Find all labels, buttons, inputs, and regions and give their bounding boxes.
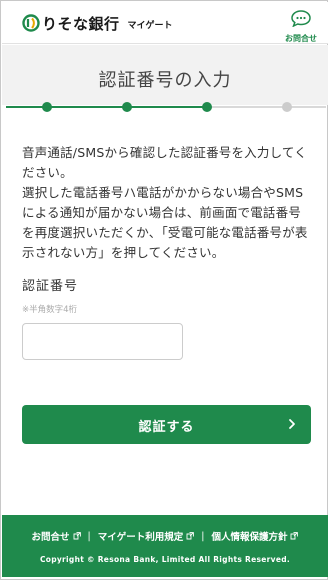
brand-logo[interactable]: りそな銀行 マイゲート: [22, 12, 173, 34]
footer-link-terms-label: マイゲート利用規定: [97, 532, 184, 543]
footer: お問合せ | マイゲート利用規定 | 個人情報保護方針 Copyright © …: [2, 515, 328, 577]
page-frame: りそな銀行 マイゲート お問合せ 認証番号の入力 音声通話/SMSから確認した認…: [0, 0, 328, 580]
instruction-line-1: 音声通話/SMSから確認した認証番号を入力してください。: [22, 145, 307, 180]
verification-code-input[interactable]: [22, 323, 183, 360]
footer-links: お問合せ | マイゲート利用規定 | 個人情報保護方針: [2, 529, 328, 543]
stepper-line-complete: [6, 106, 208, 108]
step-dot-3: [202, 102, 212, 112]
verify-button[interactable]: 認証する: [22, 405, 311, 444]
code-field-label: 認証番号: [22, 279, 79, 294]
external-link-icon: [291, 532, 299, 540]
footer-link-contact[interactable]: お問合せ: [32, 529, 81, 543]
step-dot-2: [122, 102, 132, 112]
service-name: マイゲート: [127, 20, 173, 31]
instruction-line-2: 選択した電話番号ハ電話がかからない場合やSMSによる通知が届かない場合は、前画面…: [22, 185, 308, 260]
external-link-icon: [186, 532, 195, 540]
chevron-right-icon: [287, 417, 297, 431]
chat-bubble-icon: [291, 10, 311, 31]
footer-separator: |: [201, 530, 205, 542]
footer-link-privacy-label: 個人情報保護方針: [211, 532, 288, 543]
resona-logo-icon: [22, 14, 40, 32]
verify-button-label: 認証する: [138, 420, 195, 435]
step-dot-1: [42, 102, 52, 112]
instructions: 音声通話/SMSから確認した認証番号を入力してください。 選択した電話番号ハ電話…: [22, 143, 312, 263]
page-title: 認証番号の入力: [2, 45, 328, 105]
footer-link-terms[interactable]: マイゲート利用規定: [98, 529, 195, 543]
progress-stepper: [2, 101, 328, 113]
step-dot-4: [282, 102, 292, 112]
header: りそな銀行 マイゲート お問合せ: [2, 2, 328, 44]
code-field-hint: ※半角数字4桁: [22, 305, 78, 315]
brand-name: りそな銀行: [42, 14, 120, 33]
footer-link-contact-label: お問合せ: [31, 532, 70, 543]
footer-separator: |: [87, 530, 91, 542]
external-link-icon: [73, 532, 81, 540]
stepper-line-remaining: [208, 106, 326, 108]
footer-link-privacy[interactable]: 個人情報保護方針: [211, 529, 299, 543]
contact-button[interactable]: お問合せ: [282, 10, 320, 43]
copyright: Copyright © Resona Bank, Limited All Rig…: [39, 555, 291, 564]
contact-label: お問合せ: [285, 34, 317, 43]
